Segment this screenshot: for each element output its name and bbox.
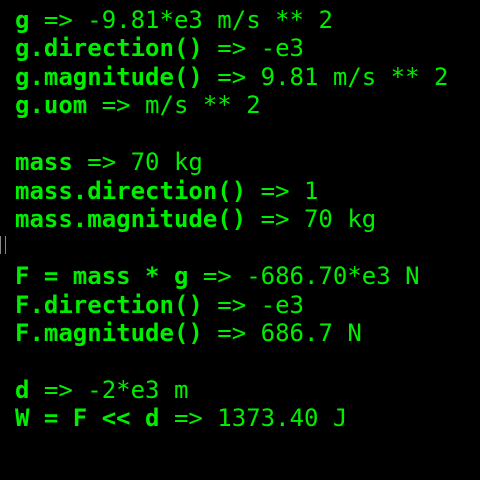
result: => -e3 [202, 291, 304, 319]
output-line: F = mass * g => -686.70*e3 N [15, 262, 420, 290]
text-cursor [0, 236, 6, 254]
expression: g.uom [15, 91, 88, 119]
result: => 70 kg [72, 148, 203, 176]
result: => -686.70*e3 N [188, 262, 420, 290]
output-line: F.magnitude() => 686.7 N [15, 319, 362, 347]
expression: mass.direction() [15, 177, 247, 205]
result: => 1 [246, 177, 319, 205]
output-line: g => -9.81*e3 m/s ** 2 [15, 6, 333, 34]
output-line: g.direction() => -e3 [15, 34, 304, 62]
result: => 9.81 m/s ** 2 [202, 63, 449, 91]
output-line: mass => 70 kg [15, 148, 203, 176]
expression: W = F << d [15, 404, 160, 432]
expression: d [15, 376, 30, 404]
result: => 1373.40 J [159, 404, 348, 432]
expression: g.magnitude() [15, 63, 203, 91]
expression: g [15, 6, 30, 34]
expression: F.magnitude() [15, 319, 203, 347]
output-line: g.uom => m/s ** 2 [15, 91, 261, 119]
output-line: d => -2*e3 m [15, 376, 188, 404]
result: => 686.7 N [202, 319, 362, 347]
terminal-output: g => -9.81*e3 m/s ** 2 g.direction() => … [0, 0, 480, 480]
result: => 70 kg [246, 205, 377, 233]
expression: mass [15, 148, 73, 176]
expression: g.direction() [15, 34, 203, 62]
output-line: mass.magnitude() => 70 kg [15, 205, 376, 233]
expression: F.direction() [15, 291, 203, 319]
result: => -2*e3 m [29, 376, 189, 404]
expression: F = mass * g [15, 262, 189, 290]
output-line: W = F << d => 1373.40 J [15, 404, 347, 432]
result: => -e3 [202, 34, 304, 62]
result: => m/s ** 2 [87, 91, 261, 119]
expression: mass.magnitude() [15, 205, 247, 233]
output-line: F.direction() => -e3 [15, 291, 304, 319]
output-line: mass.direction() => 1 [15, 177, 318, 205]
output-line: g.magnitude() => 9.81 m/s ** 2 [15, 63, 448, 91]
result: => -9.81*e3 m/s ** 2 [29, 6, 333, 34]
